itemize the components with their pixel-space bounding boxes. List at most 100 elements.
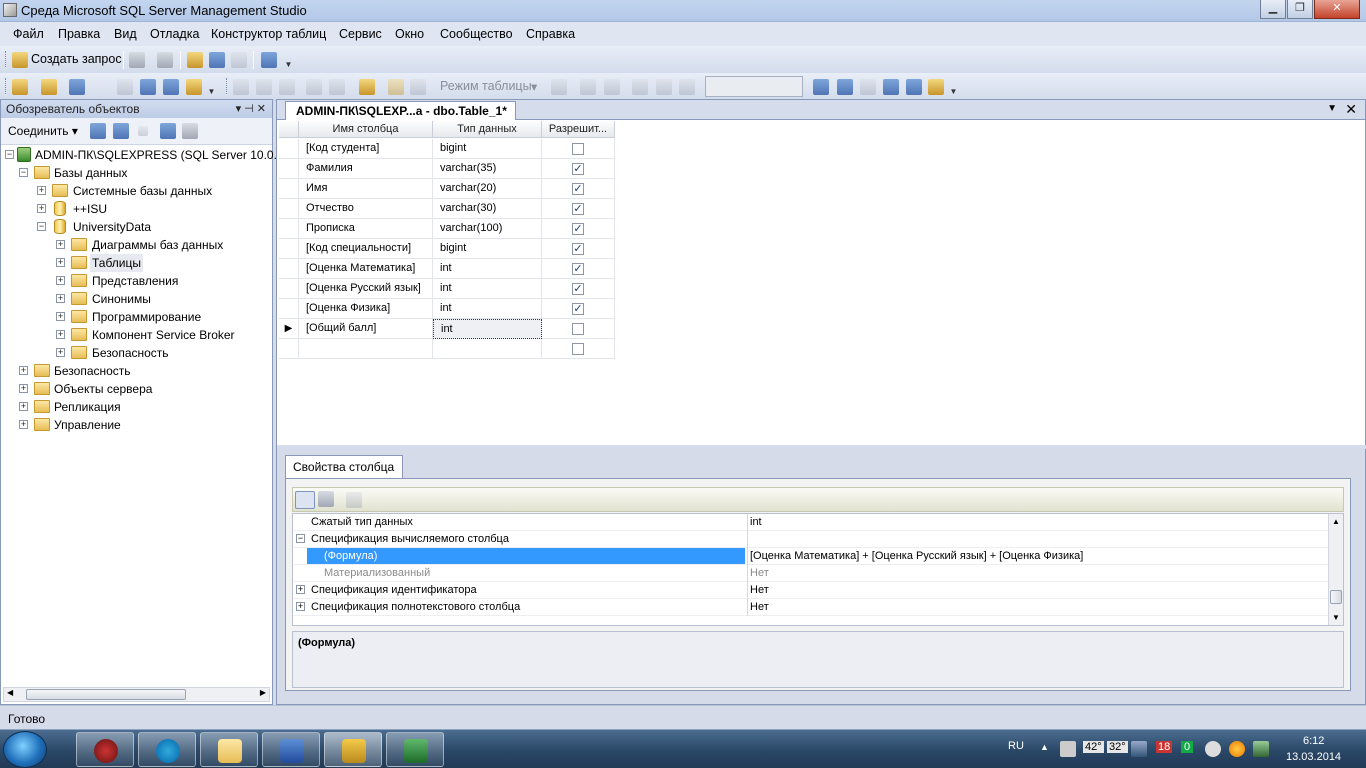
property-pages-icon[interactable] bbox=[346, 492, 362, 508]
network-icon[interactable] bbox=[1253, 741, 1269, 757]
tree-node-synonyms[interactable]: + Синонимы bbox=[1, 290, 273, 308]
expand-icon[interactable]: + bbox=[56, 294, 65, 303]
start-button[interactable] bbox=[3, 731, 47, 768]
scrollbar-thumb[interactable] bbox=[1330, 590, 1342, 604]
scroll-down-icon[interactable]: ▼ bbox=[1329, 610, 1343, 625]
toolbar-overflow-icon[interactable]: ▼ bbox=[207, 79, 216, 97]
tree-node-programmability[interactable]: + Программирование bbox=[1, 308, 273, 326]
print-icon[interactable] bbox=[231, 52, 247, 68]
expand-icon[interactable]: + bbox=[56, 276, 65, 285]
expand-icon[interactable]: + bbox=[56, 348, 65, 357]
menu-debug[interactable]: Отладка bbox=[150, 27, 199, 41]
add-related-tables-icon[interactable] bbox=[279, 79, 295, 95]
row-selector[interactable] bbox=[279, 159, 299, 179]
scroll-left-icon[interactable]: ◀ bbox=[7, 688, 13, 697]
data-type-cell[interactable]: varchar(35) bbox=[433, 159, 542, 179]
expand-icon[interactable]: + bbox=[56, 258, 65, 267]
menu-community[interactable]: Сообщество bbox=[440, 27, 513, 41]
arrange-tables-icon[interactable] bbox=[580, 79, 596, 95]
column-name-cell[interactable]: [Оценка Математика] bbox=[299, 259, 433, 279]
notification-badge[interactable]: 18 bbox=[1156, 741, 1173, 753]
tray-orange-icon[interactable] bbox=[1229, 741, 1245, 757]
expand-icon[interactable]: + bbox=[296, 585, 305, 594]
allow-nulls-checkbox[interactable]: ✓ bbox=[572, 263, 584, 275]
relationships-icon[interactable] bbox=[69, 79, 85, 95]
taskbar-explorer[interactable] bbox=[200, 732, 258, 767]
chevron-down-icon[interactable]: ▾ bbox=[531, 79, 537, 94]
column-name-cell[interactable]: [Код специальности] bbox=[299, 239, 433, 259]
taskbar-excel[interactable] bbox=[386, 732, 444, 767]
data-type-cell[interactable]: varchar(100) bbox=[433, 219, 542, 239]
menu-help[interactable]: Справка bbox=[526, 27, 575, 41]
menu-file[interactable]: Файл bbox=[13, 27, 44, 41]
property-row[interactable]: + Спецификация идентификатора Нет bbox=[293, 582, 1330, 599]
expand-icon[interactable]: + bbox=[19, 366, 28, 375]
alphabetical-sort-icon[interactable] bbox=[318, 491, 334, 507]
clock-date[interactable]: 13.03.2014 bbox=[1286, 751, 1341, 763]
remove-icon[interactable] bbox=[306, 79, 322, 95]
manage-indexes-icon[interactable] bbox=[837, 79, 853, 95]
menu-tools[interactable]: Сервис bbox=[339, 27, 382, 41]
connect-dropdown[interactable]: Соединить ▾ bbox=[8, 124, 78, 138]
horizontal-scrollbar[interactable]: ◀ ▶ bbox=[3, 687, 270, 702]
menu-table-designer[interactable]: Конструктор таблиц bbox=[211, 27, 326, 41]
collapse-icon[interactable]: − bbox=[296, 534, 305, 543]
collapse-icon[interactable]: − bbox=[37, 222, 46, 231]
new-query-button[interactable]: Создать запрос bbox=[31, 52, 122, 66]
new-file-icon[interactable] bbox=[129, 52, 145, 68]
zoom-icon[interactable] bbox=[632, 79, 648, 95]
primary-key-icon[interactable] bbox=[388, 79, 404, 95]
expand-icon[interactable]: + bbox=[296, 602, 305, 611]
expand-icon[interactable]: + bbox=[56, 312, 65, 321]
relationships-icon[interactable] bbox=[813, 79, 829, 95]
language-indicator[interactable]: RU bbox=[1008, 740, 1024, 752]
data-type-cell[interactable]: int bbox=[433, 319, 542, 339]
property-value[interactable]: Нет bbox=[747, 599, 1330, 616]
expand-icon[interactable]: + bbox=[37, 186, 46, 195]
row-selector[interactable]: ▶ bbox=[279, 319, 299, 339]
tree-node-tables[interactable]: + Таблицы bbox=[1, 254, 273, 272]
add-table-icon[interactable] bbox=[256, 79, 272, 95]
taskbar-ssms[interactable] bbox=[324, 732, 382, 767]
open-file-icon[interactable] bbox=[187, 52, 203, 68]
minimize-button[interactable]: ▁ bbox=[1260, 0, 1286, 19]
column-name-cell[interactable]: [Общий балл] bbox=[299, 319, 433, 339]
row-selector[interactable] bbox=[279, 299, 299, 319]
close-document-icon[interactable]: ✕ bbox=[1345, 101, 1357, 118]
allow-nulls-checkbox[interactable] bbox=[572, 143, 584, 155]
table-mode-dropdown[interactable]: Режим таблицы bbox=[440, 79, 532, 93]
tab-column-properties[interactable]: Свойства столбца bbox=[285, 455, 404, 479]
tree-node-security[interactable]: + Безопасность bbox=[1, 362, 273, 380]
tree-node-universitydata[interactable]: − UniversityData bbox=[1, 218, 273, 236]
property-row[interactable]: Сжатый тип данных int bbox=[293, 514, 1330, 531]
row-selector[interactable] bbox=[279, 199, 299, 219]
column-name-cell[interactable]: [Оценка Физика] bbox=[299, 299, 433, 319]
filter-icon[interactable] bbox=[160, 123, 176, 139]
manage-check-icon[interactable] bbox=[906, 79, 922, 95]
spatial-index-icon[interactable] bbox=[163, 79, 179, 95]
taskbar-app-1[interactable] bbox=[76, 732, 134, 767]
allow-nulls-checkbox[interactable]: ✓ bbox=[572, 183, 584, 195]
close-button[interactable]: ✕ bbox=[1314, 0, 1360, 19]
activity-monitor-icon[interactable] bbox=[261, 52, 277, 68]
check-constraints-icon[interactable] bbox=[140, 79, 156, 95]
expand-icon[interactable]: + bbox=[19, 420, 28, 429]
generate-script-icon[interactable] bbox=[186, 79, 202, 95]
row-selector[interactable] bbox=[279, 219, 299, 239]
taskbar-skype[interactable] bbox=[138, 732, 196, 767]
manage-xml-indexes-icon[interactable] bbox=[883, 79, 899, 95]
tree-node-server-objects[interactable]: + Объекты сервера bbox=[1, 380, 273, 398]
allow-nulls-checkbox[interactable]: ✓ bbox=[572, 203, 584, 215]
property-value[interactable]: Нет bbox=[747, 582, 1330, 599]
column-name-cell[interactable]: Фамилия bbox=[299, 159, 433, 179]
row-selector[interactable] bbox=[279, 139, 299, 159]
manage-fulltext-icon[interactable] bbox=[860, 79, 876, 95]
expand-icon[interactable]: + bbox=[56, 330, 65, 339]
column-name-cell[interactable]: [Код студента] bbox=[299, 139, 433, 159]
grid-icon[interactable] bbox=[233, 79, 249, 95]
expand-icon[interactable]: + bbox=[19, 384, 28, 393]
row-selector[interactable] bbox=[279, 279, 299, 299]
property-row[interactable]: Материализованный Нет bbox=[293, 565, 1330, 582]
property-value[interactable]: int bbox=[747, 514, 1330, 531]
zoom-combobox[interactable] bbox=[705, 76, 803, 97]
